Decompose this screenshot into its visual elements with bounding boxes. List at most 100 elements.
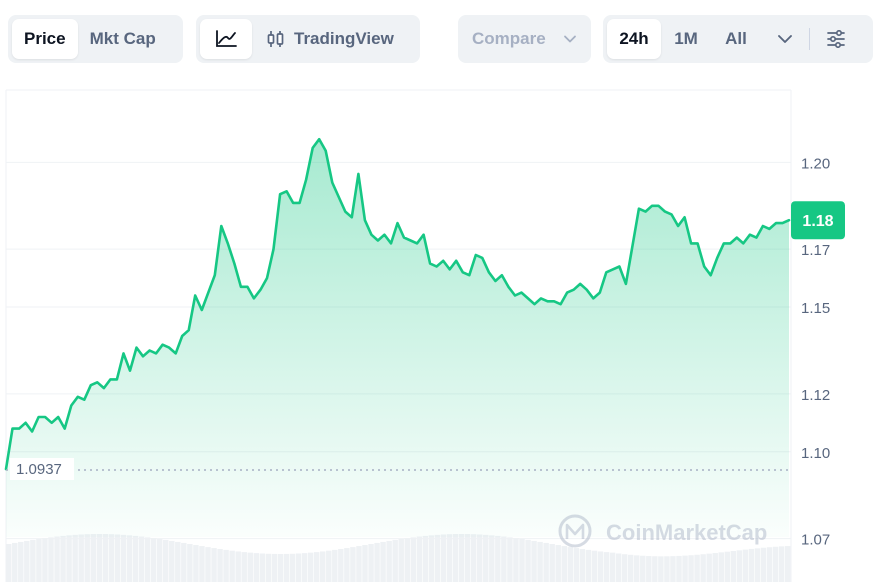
volume-bar [724, 551, 731, 582]
volume-bar [217, 549, 223, 582]
volume-bar [555, 545, 561, 582]
volume-bar [289, 553, 296, 582]
price-chart[interactable]: 1.20 1.17 1.15 1.12 1.10 1.07 1.0937 CoinMark… [0, 88, 873, 582]
volume-bar [338, 549, 344, 582]
volume-bar [658, 556, 664, 582]
volume-bar [307, 552, 314, 582]
current-price-label: 1.18 [802, 213, 833, 230]
tradingview-label: TradingView [294, 29, 394, 48]
volume-bar [452, 534, 459, 582]
volume-bar [422, 535, 429, 582]
volume-bar [181, 542, 187, 582]
chevron-down-icon [777, 34, 793, 44]
y-tick-label: 1.10 [801, 445, 830, 462]
volume-bar [144, 537, 151, 582]
volume-bar [350, 547, 356, 582]
volume-bar [736, 550, 743, 582]
volume-bar [519, 539, 525, 582]
volume-bar [169, 540, 175, 582]
y-tick-label: 1.17 [801, 242, 830, 259]
volume-bar [615, 553, 622, 582]
volume-bar [470, 534, 477, 582]
volume-bar [156, 539, 163, 582]
volume-bar [718, 552, 724, 582]
volume-bar [132, 535, 139, 582]
y-tick-label: 1.12 [801, 387, 830, 404]
volume-bar [362, 545, 368, 582]
volume-bar [676, 555, 682, 582]
volume-bar [48, 537, 54, 582]
volume-bar [483, 534, 489, 582]
volume-bar [778, 546, 785, 582]
volume-bar [495, 535, 501, 582]
volume-bar [446, 534, 453, 582]
candlestick-icon [266, 29, 286, 49]
volume-bar [760, 547, 767, 582]
volume-bar [597, 551, 604, 582]
volume-bar [326, 550, 332, 582]
volume-bar [102, 534, 109, 582]
volume-bar [477, 534, 483, 582]
line-chart-button[interactable] [200, 19, 252, 59]
chart-view-toggle: TradingView [196, 15, 420, 63]
volume-bar [126, 535, 133, 582]
volume-bar [712, 553, 718, 582]
volume-bar [700, 554, 706, 582]
volume-bar [30, 539, 36, 582]
volume-bar [84, 534, 90, 582]
volume-bar [561, 546, 567, 582]
y-tick-label: 1.07 [801, 532, 830, 549]
volume-bar [90, 534, 96, 582]
chart-settings-button[interactable] [818, 19, 854, 59]
volume-bar [706, 553, 712, 582]
volume-bar [60, 535, 66, 582]
chart-mode-toggle: Price Mkt Cap [8, 15, 183, 63]
volume-bar [24, 540, 30, 582]
volume-bar [531, 540, 537, 582]
volume-bar [193, 545, 199, 582]
volume-bar [748, 548, 755, 582]
volume-bar [664, 556, 670, 582]
volume-bar [567, 547, 574, 582]
volume-bar [398, 539, 404, 582]
range-more-button[interactable] [761, 19, 809, 59]
volume-bar [513, 538, 519, 582]
tab-price[interactable]: Price [12, 19, 78, 59]
range-24h[interactable]: 24h [607, 19, 661, 59]
volume-bar [163, 539, 169, 582]
volume-bar [138, 536, 145, 582]
range-1m[interactable]: 1M [661, 19, 711, 59]
volume-bar [211, 548, 217, 582]
volume-bar [54, 536, 60, 582]
volume-bar [688, 555, 694, 582]
volume-bar [766, 547, 773, 582]
volume-bar [374, 542, 380, 582]
volume-bar [265, 553, 272, 582]
volume-bar [549, 544, 555, 582]
volume-bar [295, 553, 302, 582]
tradingview-button[interactable]: TradingView [252, 19, 406, 59]
compare-label: Compare [472, 29, 546, 48]
range-all[interactable]: All [711, 19, 761, 59]
volume-bar [640, 555, 646, 582]
volume-bar [784, 546, 791, 582]
volume-bar [277, 554, 284, 582]
volume-bar [464, 534, 471, 582]
volume-bar [241, 552, 247, 582]
volume-bar [96, 534, 103, 582]
price-area-fill [6, 139, 789, 537]
volume-bar [730, 551, 737, 582]
y-tick-label: 1.20 [801, 155, 830, 172]
volume-bar [434, 534, 441, 582]
volume-bar [72, 534, 78, 582]
volume-bar [652, 556, 658, 582]
tab-mkt-cap[interactable]: Mkt Cap [78, 19, 168, 59]
volume-bar [694, 554, 700, 582]
volume-bar [573, 548, 580, 582]
volume-bar [579, 549, 586, 582]
volume-bar [543, 542, 549, 582]
volume-bar [175, 541, 181, 582]
compare-dropdown[interactable]: Compare [458, 15, 591, 63]
volume-bar [332, 549, 338, 582]
volume-bar [416, 536, 423, 582]
